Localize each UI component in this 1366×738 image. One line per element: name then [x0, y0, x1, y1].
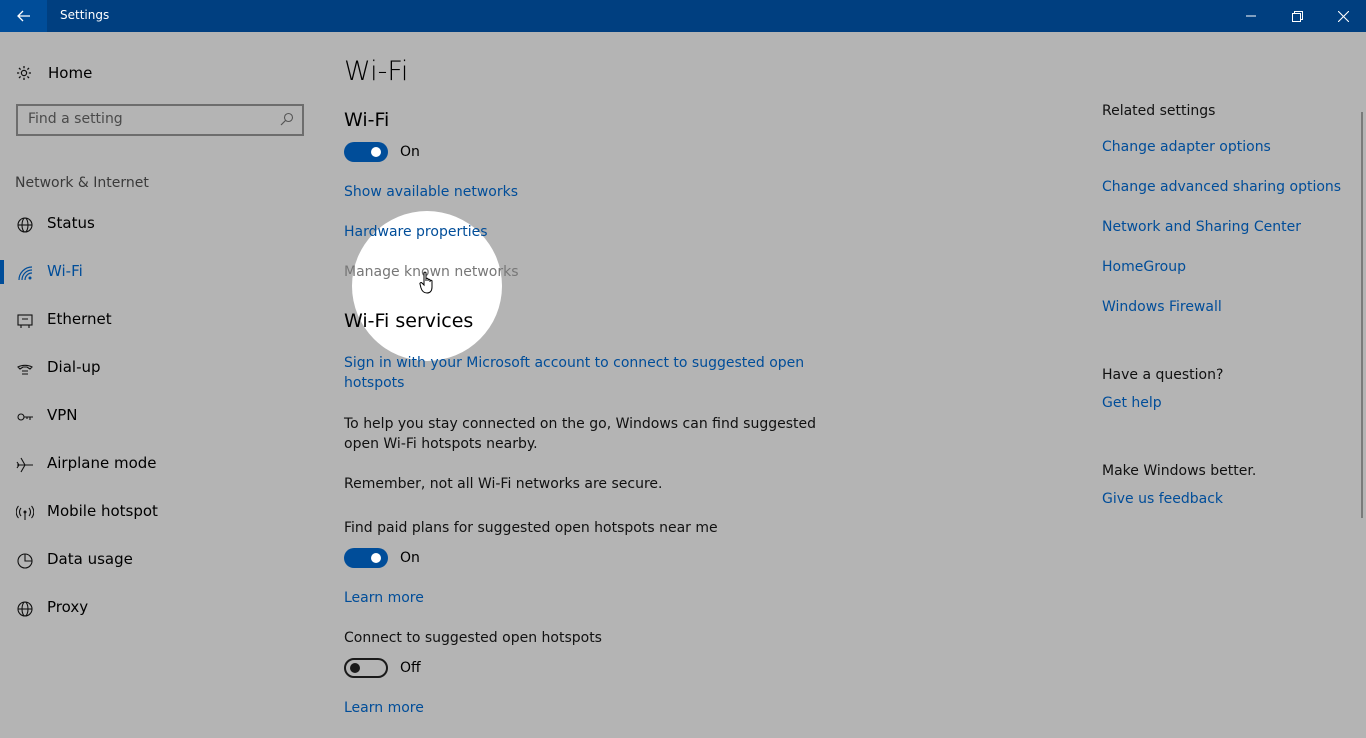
back-arrow-icon	[16, 10, 30, 22]
sign-in-microsoft-link[interactable]: Sign in with your Microsoft account to c…	[344, 355, 804, 371]
section-header: Network & Internet	[15, 175, 149, 191]
sidebar-item-airplane-mode[interactable]: Airplane mode	[0, 444, 320, 484]
sidebar-item-mobile-hotspot[interactable]: Mobile hotspot	[0, 492, 320, 532]
sidebar-item-label: Status	[47, 214, 95, 232]
learn-more-link-2[interactable]: Learn more	[344, 700, 424, 716]
restore-icon	[1291, 10, 1303, 22]
window-title: Settings	[60, 8, 110, 22]
show-available-networks-link[interactable]: Show available networks	[344, 184, 518, 200]
sidebar-item-vpn[interactable]: VPN	[0, 396, 320, 436]
wifi-heading: Wi-Fi	[344, 109, 390, 131]
selection-indicator	[0, 260, 4, 284]
scrollbar[interactable]	[1361, 112, 1363, 518]
globe-icon	[17, 217, 33, 233]
paid-plans-label: Find paid plans for suggested open hotsp…	[344, 520, 718, 536]
get-help-link[interactable]: Get help	[1102, 395, 1162, 411]
wifi-services-heading: Wi-Fi services	[344, 310, 474, 332]
sidebar-item-label: Dial-up	[47, 358, 101, 376]
sidebar-item-proxy[interactable]: Proxy	[0, 588, 320, 628]
search-placeholder: Find a setting	[28, 111, 123, 127]
change-adapter-options-link[interactable]: Change adapter options	[1102, 139, 1271, 155]
give-feedback-link[interactable]: Give us feedback	[1102, 491, 1223, 507]
hand-cursor-icon	[419, 271, 433, 294]
dialup-icon	[17, 364, 33, 375]
question-heading: Have a question?	[1102, 367, 1224, 383]
sidebar-item-label: Airplane mode	[47, 454, 157, 472]
change-advanced-sharing-link[interactable]: Change advanced sharing options	[1102, 179, 1341, 195]
ethernet-icon	[17, 314, 33, 328]
connect-hotspots-toggle[interactable]	[344, 658, 388, 678]
data-usage-icon	[17, 553, 33, 569]
make-windows-better-heading: Make Windows better.	[1102, 463, 1257, 479]
paid-plans-toggle[interactable]	[344, 548, 388, 568]
remember-text: Remember, not all Wi-Fi networks are sec…	[344, 476, 663, 492]
sidebar-item-wifi[interactable]: Wi-Fi	[0, 252, 320, 292]
minimize-icon	[1246, 15, 1256, 17]
home-nav[interactable]: Home	[16, 62, 92, 84]
sidebar-item-ethernet[interactable]: Ethernet	[0, 300, 320, 340]
vpn-icon	[17, 413, 33, 421]
connect-hotspots-toggle-state: Off	[400, 660, 421, 676]
wifi-toggle-state: On	[400, 144, 420, 160]
related-settings-heading: Related settings	[1102, 103, 1216, 119]
sidebar-item-dialup[interactable]: Dial-up	[0, 348, 320, 388]
airplane-icon	[16, 457, 33, 473]
search-input[interactable]: Find a setting	[16, 104, 304, 136]
close-button[interactable]	[1320, 0, 1366, 32]
gear-icon	[17, 66, 31, 80]
wifi-icon	[18, 266, 33, 281]
sidebar-item-label: VPN	[47, 406, 78, 424]
sidebar-item-label: Data usage	[47, 550, 133, 568]
hotspot-icon	[16, 505, 34, 520]
sidebar-item-status[interactable]: Status	[0, 204, 320, 244]
sidebar-item-label: Proxy	[47, 598, 89, 616]
wifi-toggle[interactable]	[344, 142, 388, 162]
restore-button[interactable]	[1274, 0, 1320, 32]
title-bar: Settings	[0, 0, 1366, 32]
windows-firewall-link[interactable]: Windows Firewall	[1102, 299, 1222, 315]
sidebar-item-label: Ethernet	[47, 310, 112, 328]
sidebar-item-label: Mobile hotspot	[47, 502, 158, 520]
back-button[interactable]	[0, 0, 47, 32]
sign-in-microsoft-link-line2[interactable]: hotspots	[344, 375, 404, 391]
help-text-line1: To help you stay connected on the go, Wi…	[344, 416, 817, 432]
page-title: Wi-Fi	[344, 56, 409, 87]
hardware-properties-link[interactable]: Hardware properties	[344, 224, 488, 240]
globe-icon	[17, 601, 33, 617]
paid-plans-toggle-state: On	[400, 550, 420, 566]
help-text-line2: open Wi-Fi hotspots nearby.	[344, 436, 538, 452]
sidebar-item-label: Wi-Fi	[47, 262, 83, 280]
network-sharing-center-link[interactable]: Network and Sharing Center	[1102, 219, 1301, 235]
sidebar-item-data-usage[interactable]: Data usage	[0, 540, 320, 580]
minimize-button[interactable]	[1228, 0, 1274, 32]
search-icon	[280, 112, 294, 126]
home-label: Home	[48, 64, 93, 82]
sidebar: Home Find a setting Network & Internet S…	[0, 32, 320, 738]
close-icon	[1337, 10, 1349, 22]
connect-hotspots-label: Connect to suggested open hotspots	[344, 630, 602, 646]
homegroup-link[interactable]: HomeGroup	[1102, 259, 1186, 275]
learn-more-link-1[interactable]: Learn more	[344, 590, 424, 606]
